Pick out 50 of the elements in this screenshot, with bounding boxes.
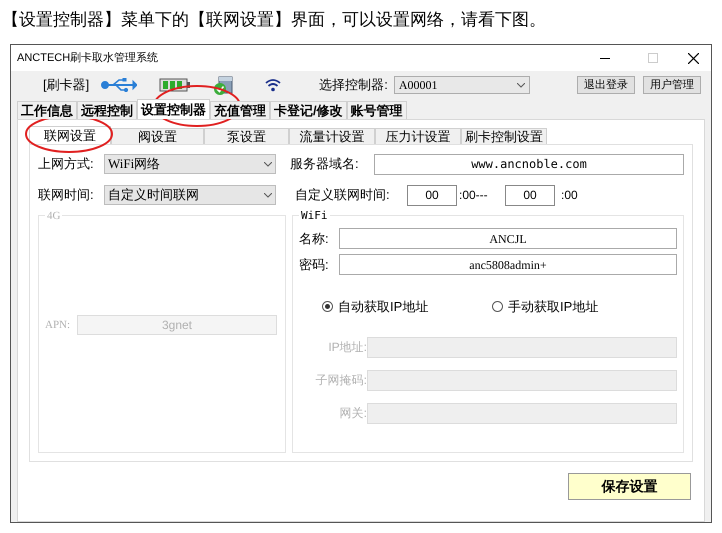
sub-tab[interactable]: 联网设置 <box>29 126 111 144</box>
field-label: APN: <box>45 318 72 333</box>
time-select[interactable]: 自定义时间联网 <box>104 185 276 205</box>
field-label: 自定义联网时间: <box>295 186 391 204</box>
main-tab[interactable]: 充值管理 <box>210 101 270 119</box>
sub-tab[interactable]: 泵设置 <box>204 128 289 144</box>
main-tab[interactable]: 账号管理 <box>346 101 407 119</box>
field-label: IP地址: <box>327 339 367 356</box>
sub-tab[interactable]: 流量计设置 <box>289 128 375 144</box>
field-label: 联网时间: <box>38 186 95 204</box>
dropdown-caret-icon <box>264 192 272 198</box>
dropdown-caret-icon <box>264 162 272 166</box>
save-button[interactable]: 保存设置 <box>568 473 691 500</box>
toolbar-button[interactable]: 退出登录 <box>577 76 635 94</box>
field-label: 服务器域名: <box>290 155 360 174</box>
controller-select[interactable]: A00001 <box>394 76 530 94</box>
toolbar-button[interactable]: 用户管理 <box>643 76 701 94</box>
wifi-password-field[interactable]: anc5808admin+ <box>339 254 677 275</box>
main-tab[interactable]: 工作信息 <box>17 101 77 119</box>
field-label: 网关: <box>338 405 367 422</box>
sub-tab[interactable]: 压力计设置 <box>375 128 461 144</box>
close-icon[interactable] <box>688 52 699 64</box>
main-tab[interactable]: 设置控制器 <box>137 99 210 119</box>
usb-icon <box>101 78 138 92</box>
wifi-icon <box>265 78 282 92</box>
dropdown-caret-icon <box>516 82 525 88</box>
reader-label: [刷卡器] <box>43 76 90 94</box>
controller-label: 选择控制器: <box>319 76 388 94</box>
window-title: ANCTECH刷卡取水管理系统 <box>17 50 160 66</box>
maximize-icon[interactable] <box>648 53 658 63</box>
device-check-icon <box>213 74 236 96</box>
caption: 【设置控制器】菜单下的【联网设置】界面，可以设置网络，请看下图。 <box>2 9 546 31</box>
wifi-name-field[interactable]: ANCJL <box>339 228 677 249</box>
battery-icon <box>159 77 192 93</box>
mode-select[interactable]: WiFi网络 <box>104 154 276 174</box>
main-tab[interactable]: 远程控制 <box>77 101 137 119</box>
field-label: 密码: <box>299 256 330 274</box>
time-separator: :00 <box>560 187 578 204</box>
field-label: 名称: <box>299 230 330 248</box>
ip-mode-radio[interactable]: 自动获取IP地址 <box>322 297 492 316</box>
main-tab[interactable]: 卡登记/修改 <box>270 101 347 119</box>
server-field[interactable]: www.ancnoble.com <box>374 154 684 174</box>
start-hour-field[interactable]: 00 <box>407 184 457 206</box>
field-label: 上网方式: <box>38 155 95 174</box>
time-separator: :00--- <box>458 187 489 204</box>
sub-tab[interactable]: 刷卡控制设置 <box>461 128 547 144</box>
sub-tab[interactable]: 阀设置 <box>111 128 204 144</box>
end-hour-field[interactable]: 00 <box>505 184 555 206</box>
field-label: 子网掩码: <box>314 372 367 389</box>
ip-mode-radio[interactable]: 手动获取IP地址 <box>492 297 662 316</box>
